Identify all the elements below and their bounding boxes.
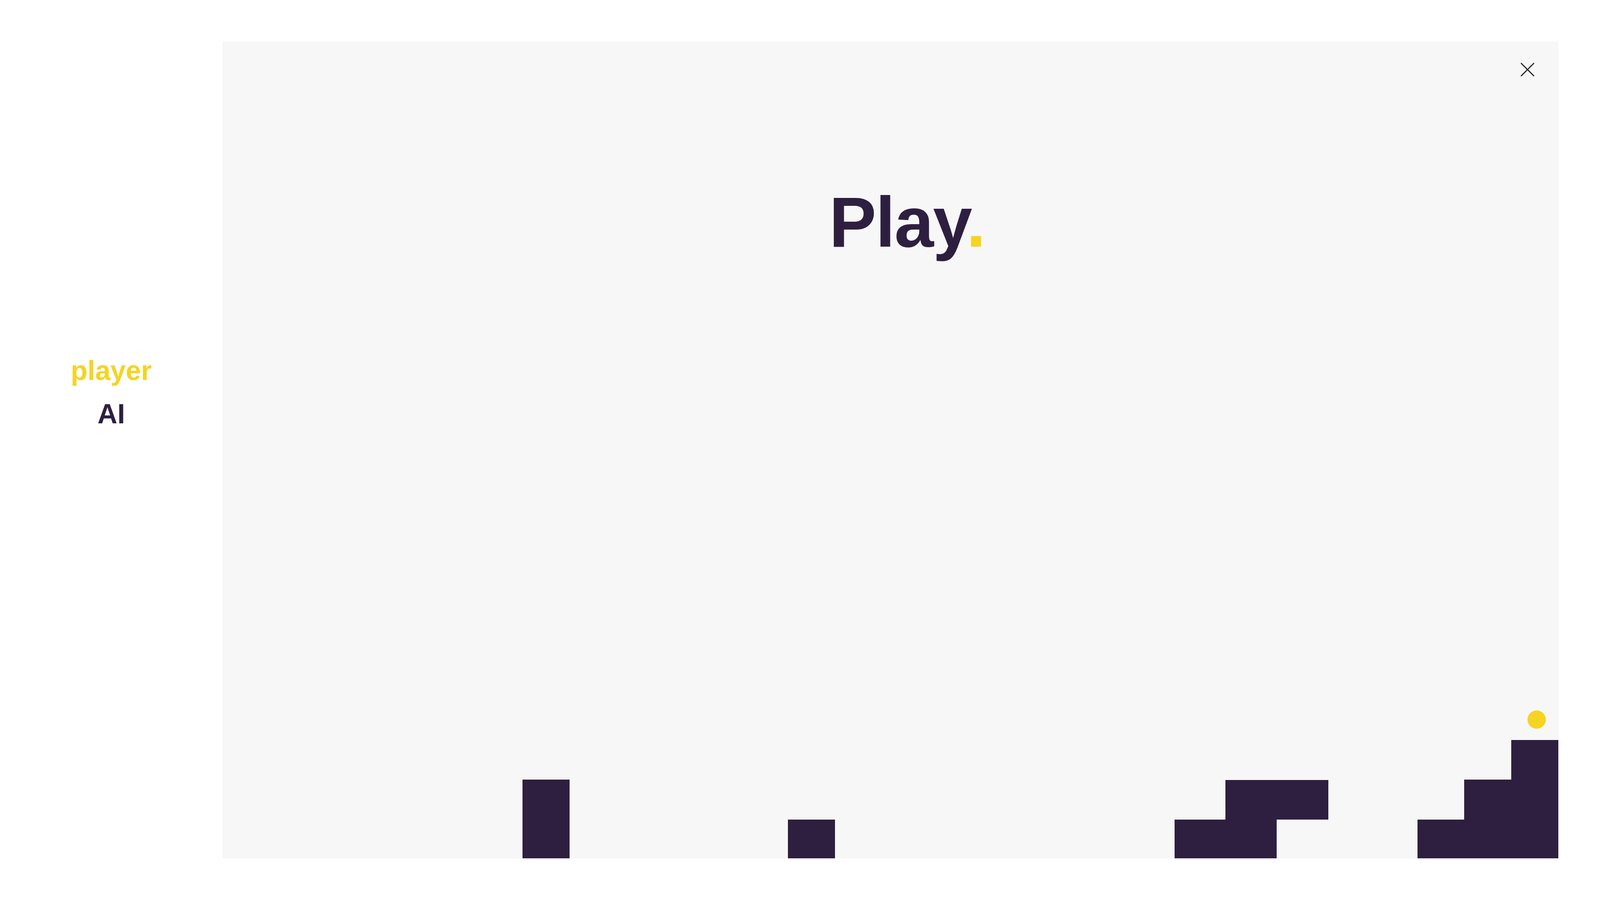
close-icon [1515,57,1540,83]
terrain-block [1417,819,1465,859]
close-button[interactable] [1515,57,1540,83]
terrain-block [1225,780,1329,820]
terrain-block [1511,740,1559,859]
sidebar-item[interactable]: player [70,356,152,385]
game-canvas[interactable]: Play. [222,41,1559,859]
player-ball [1527,710,1546,729]
terrain-block [1174,819,1277,859]
sidebar-item[interactable]: AI [97,400,125,428]
terrain-block [787,819,835,859]
game-title: Play. [829,186,985,258]
terrain-block [522,779,570,859]
app: player AI Play. [0,0,1600,900]
title-mark: . [966,182,985,262]
sidebar: player AI [0,0,223,900]
terrain-block [1464,779,1512,859]
